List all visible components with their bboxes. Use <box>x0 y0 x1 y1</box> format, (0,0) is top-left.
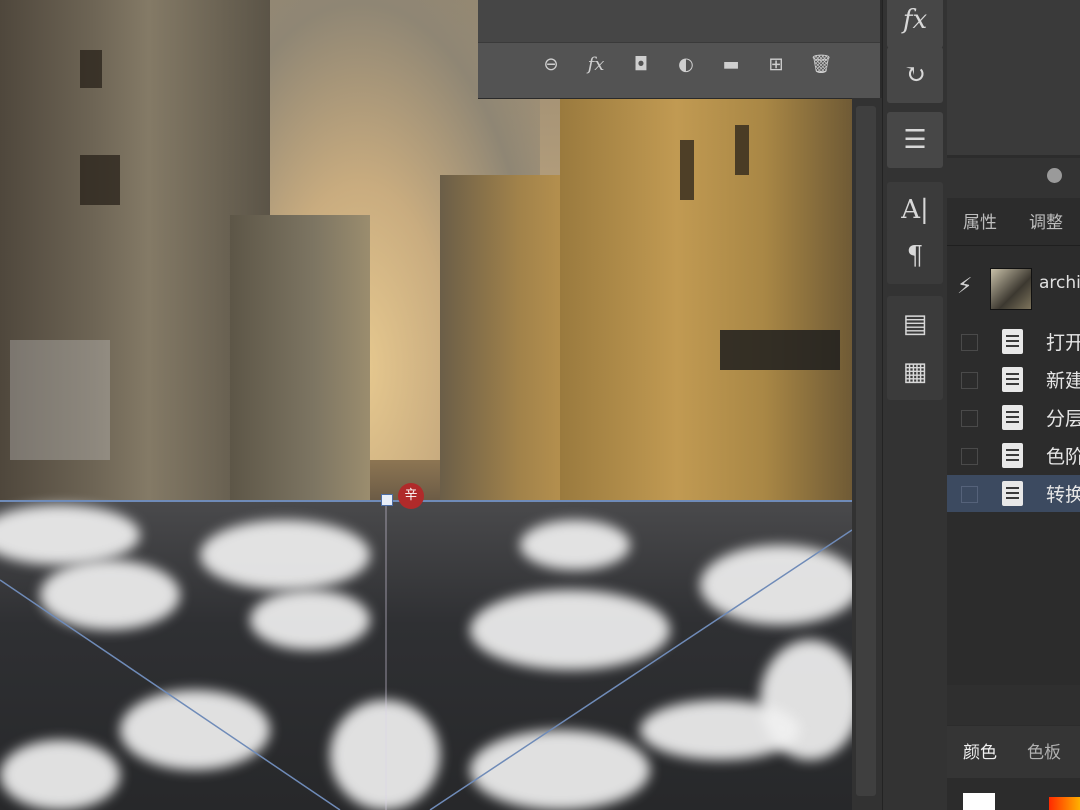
styles-fx-button[interactable]: fx <box>887 0 943 48</box>
tab-divider <box>947 245 1080 246</box>
pivot-glyph: 辛 <box>404 488 418 503</box>
tab-color[interactable]: 颜色 <box>963 738 997 763</box>
color-spectrum[interactable] <box>1049 797 1080 810</box>
snapshot-name: archi <box>1039 273 1080 293</box>
brush-source-icon[interactable]: ⚡ <box>957 274 972 299</box>
document-canvas[interactable]: 辛 <box>0 0 852 810</box>
panel-top-area <box>947 0 1080 155</box>
history-snapshot[interactable]: ⚡ archi <box>947 256 1080 316</box>
history-footer <box>947 685 1080 725</box>
transform-top-edge[interactable] <box>0 500 852 502</box>
tab-adjustments[interactable]: 调整 <box>1029 205 1063 241</box>
foreground-color-swatch[interactable] <box>963 793 995 810</box>
new-layer-icon[interactable]: ⊞ <box>763 52 789 78</box>
trash-icon[interactable]: 🗑 <box>808 52 834 78</box>
history-item[interactable]: 色阶 <box>947 437 1080 474</box>
layers-panel-footer: ⊖ fx ◘ ◐ ▬ ⊞ 🗑 <box>478 0 880 99</box>
status-dot-icon <box>1047 168 1062 183</box>
document-state-icon <box>1002 481 1023 506</box>
history-source-checkbox[interactable] <box>961 372 978 389</box>
adjustment-icon[interactable]: ◐ <box>673 52 699 78</box>
snapshot-thumbnail <box>990 268 1032 310</box>
fx-icon[interactable]: fx <box>583 52 609 78</box>
tab-swatches[interactable]: 色板 <box>1027 738 1061 763</box>
document-state-icon <box>1002 329 1023 354</box>
history-item[interactable]: 打开 <box>947 323 1080 360</box>
document-state-icon <box>1002 443 1023 468</box>
history-item-label: 色阶 <box>1046 446 1080 468</box>
document-state-icon <box>1002 367 1023 392</box>
notes-panel-button[interactable]: ▦ <box>887 344 943 400</box>
tab-properties[interactable]: 属性 <box>963 205 997 241</box>
clone-source-button[interactable]: ☰ <box>887 112 943 168</box>
history-item[interactable]: 分层 <box>947 399 1080 436</box>
history-source-checkbox[interactable] <box>961 334 978 351</box>
layer-actions: ⊖ fx ◘ ◐ ▬ ⊞ 🗑 <box>538 52 834 78</box>
history-item-label: 分层 <box>1046 408 1080 430</box>
history-item-label: 转换 <box>1046 484 1080 506</box>
history-item-label: 新建 <box>1046 370 1080 392</box>
paragraph-panel-button[interactable]: ¶ <box>887 228 943 284</box>
mask-icon[interactable]: ◘ <box>628 52 654 78</box>
transform-handle[interactable] <box>381 494 393 506</box>
history-item-label: 打开 <box>1046 332 1080 354</box>
right-panels: 属性 调整 ⚡ archi 打开 新建 分层 色阶 转换 颜色 色板 <box>947 0 1080 810</box>
link-icon[interactable]: ⊖ <box>538 52 564 78</box>
transform-guides <box>0 502 852 810</box>
history-button[interactable]: ↻ <box>887 47 943 103</box>
history-item-selected[interactable]: 转换 <box>947 475 1080 512</box>
canvas-scrollbar-area <box>852 98 882 810</box>
layers-list-area <box>478 0 880 43</box>
color-panel-tabs: 颜色 色板 <box>947 726 1080 778</box>
history-source-checkbox[interactable] <box>961 410 978 427</box>
vertical-scrollbar[interactable] <box>856 106 876 796</box>
history-source-checkbox[interactable] <box>961 486 978 503</box>
history-item[interactable]: 新建 <box>947 361 1080 398</box>
document-state-icon <box>1002 405 1023 430</box>
panel-dock: fx ↻ ☰ A| ¶ ▤ ▦ <box>882 0 948 810</box>
folder-icon[interactable]: ▬ <box>718 52 744 78</box>
history-source-checkbox[interactable] <box>961 448 978 465</box>
reference-point-icon[interactable]: 辛 <box>398 483 424 509</box>
